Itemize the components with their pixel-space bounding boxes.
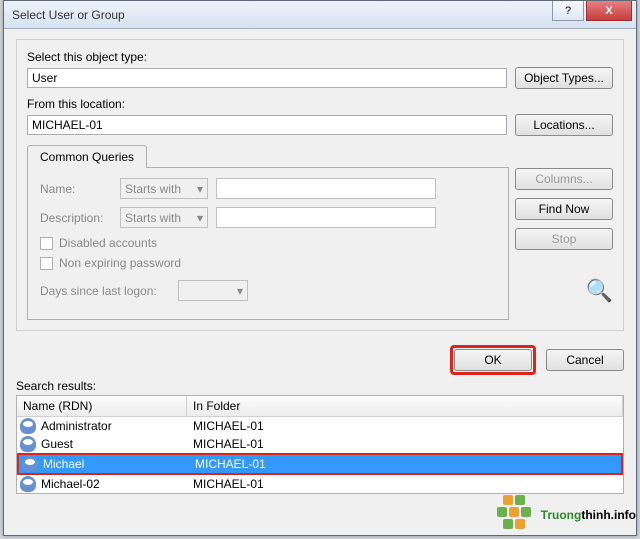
chevron-down-icon: ▾ — [197, 182, 203, 196]
results-list: Name (RDN) In Folder Administrator MICHA… — [16, 395, 624, 494]
column-name[interactable]: Name (RDN) — [17, 396, 187, 416]
find-now-button[interactable]: Find Now — [515, 198, 613, 220]
result-row[interactable]: Michael-02 MICHAEL-01 — [17, 475, 623, 493]
name-label: Name: — [40, 182, 112, 196]
chevron-down-icon: ▾ — [197, 211, 203, 225]
days-since-logon-label: Days since last logon: — [40, 284, 170, 298]
query-panel: Name: Starts with▾ Description: Starts w… — [27, 167, 509, 320]
tab-common-queries[interactable]: Common Queries — [27, 145, 147, 168]
locations-button[interactable]: Locations... — [515, 114, 613, 136]
chevron-down-icon: ▾ — [237, 284, 243, 298]
user-icon — [20, 476, 36, 492]
window-title: Select User or Group — [12, 8, 552, 22]
stop-button[interactable]: Stop — [515, 228, 613, 250]
titlebar[interactable]: Select User or Group ? X — [4, 1, 636, 29]
object-type-label: Select this object type: — [27, 50, 613, 64]
name-mode-combo[interactable]: Starts with▾ — [120, 178, 208, 199]
criteria-group: Select this object type: User Object Typ… — [16, 39, 624, 331]
watermark: Truongthinh.info — [485, 495, 636, 535]
dialog-window: Select User or Group ? X Select this obj… — [3, 0, 637, 536]
non-expiring-label: Non expiring password — [59, 256, 181, 270]
result-row-selected[interactable]: Michael MICHAEL-01 — [19, 455, 621, 473]
non-expiring-checkbox[interactable] — [40, 257, 53, 270]
help-button[interactable]: ? — [552, 1, 584, 21]
user-icon — [22, 456, 38, 472]
object-types-button[interactable]: Object Types... — [515, 67, 613, 89]
days-since-logon-combo[interactable]: ▾ — [178, 280, 248, 301]
description-label: Description: — [40, 211, 112, 225]
search-icon: 🔍 — [586, 278, 613, 304]
ok-button[interactable]: OK — [454, 349, 532, 371]
user-icon — [20, 436, 36, 452]
location-input[interactable]: MICHAEL-01 — [27, 115, 507, 135]
disabled-accounts-checkbox[interactable] — [40, 237, 53, 250]
disabled-accounts-label: Disabled accounts — [59, 236, 157, 250]
description-input[interactable] — [216, 207, 436, 228]
search-results-label: Search results: — [16, 379, 624, 393]
columns-button[interactable]: Columns... — [515, 168, 613, 190]
cancel-button[interactable]: Cancel — [546, 349, 624, 371]
close-button[interactable]: X — [586, 1, 632, 21]
user-icon — [20, 418, 36, 434]
location-label: From this location: — [27, 97, 613, 111]
column-folder[interactable]: In Folder — [187, 396, 623, 416]
result-row[interactable]: Administrator MICHAEL-01 — [17, 417, 623, 435]
logo-icon — [485, 495, 535, 535]
result-row[interactable]: Guest MICHAEL-01 — [17, 435, 623, 453]
name-input[interactable] — [216, 178, 436, 199]
description-mode-combo[interactable]: Starts with▾ — [120, 207, 208, 228]
object-type-input[interactable]: User — [27, 68, 507, 88]
